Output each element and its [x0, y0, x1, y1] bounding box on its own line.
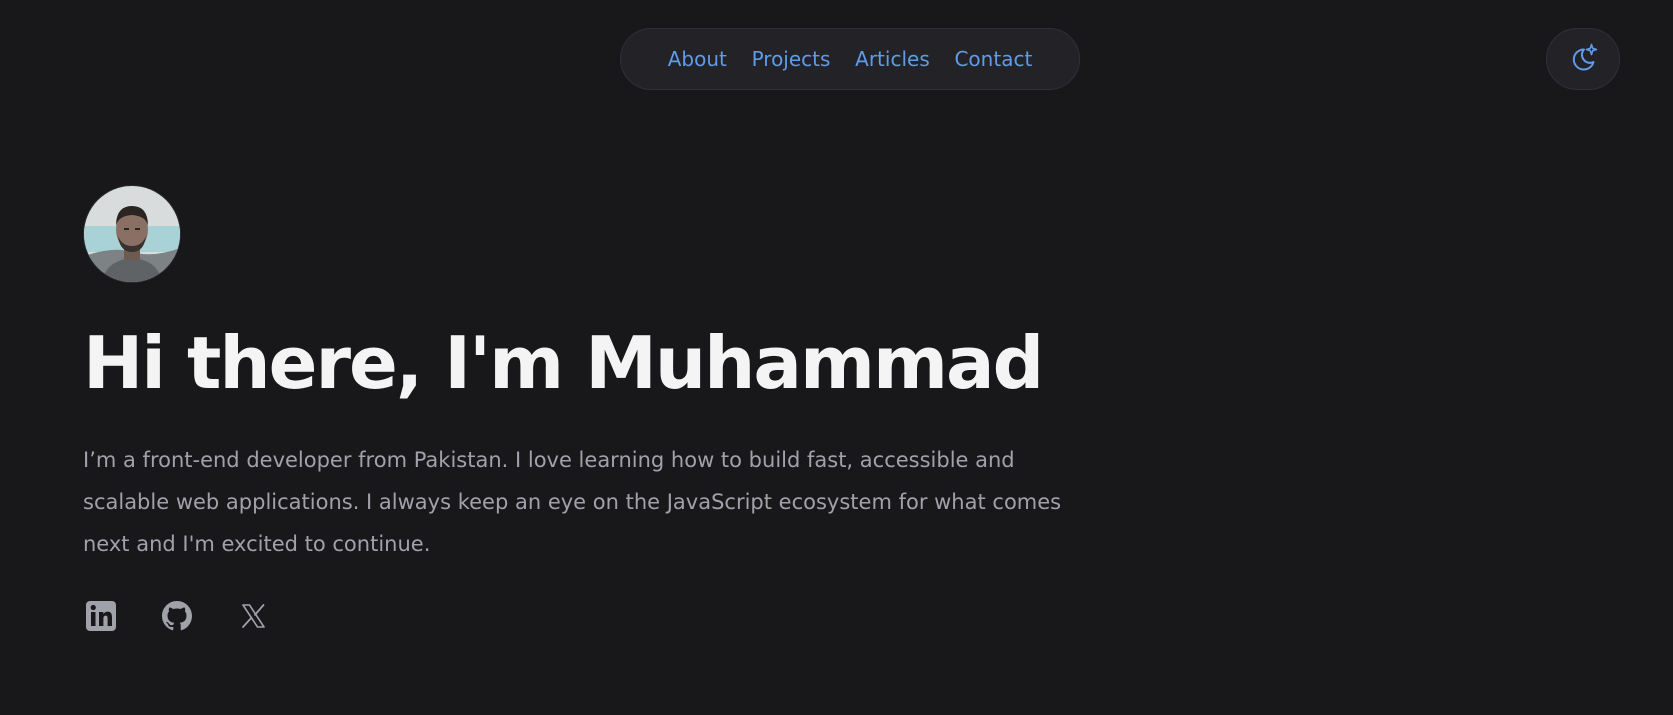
nav-contact[interactable]: Contact: [954, 47, 1032, 71]
bio-text: I’m a front-end developer from Pakistan.…: [83, 448, 1062, 556]
github-icon: [162, 601, 192, 631]
main-nav: About Projects Articles Contact: [620, 28, 1080, 90]
moon-sparkle-icon: [1567, 41, 1599, 77]
x-link[interactable]: [235, 598, 271, 634]
x-icon: [242, 604, 265, 628]
nav-about[interactable]: About: [668, 47, 727, 71]
nav-articles[interactable]: Articles: [855, 47, 930, 71]
social-links: [83, 598, 271, 634]
linkedin-link[interactable]: [83, 598, 119, 634]
github-link[interactable]: [159, 598, 195, 634]
nav-projects[interactable]: Projects: [752, 47, 831, 71]
theme-toggle-button[interactable]: [1546, 28, 1620, 90]
linkedin-icon: [86, 601, 116, 631]
avatar: [83, 185, 181, 283]
page-title: Hi there, I'm Muhammad: [83, 321, 1044, 405]
